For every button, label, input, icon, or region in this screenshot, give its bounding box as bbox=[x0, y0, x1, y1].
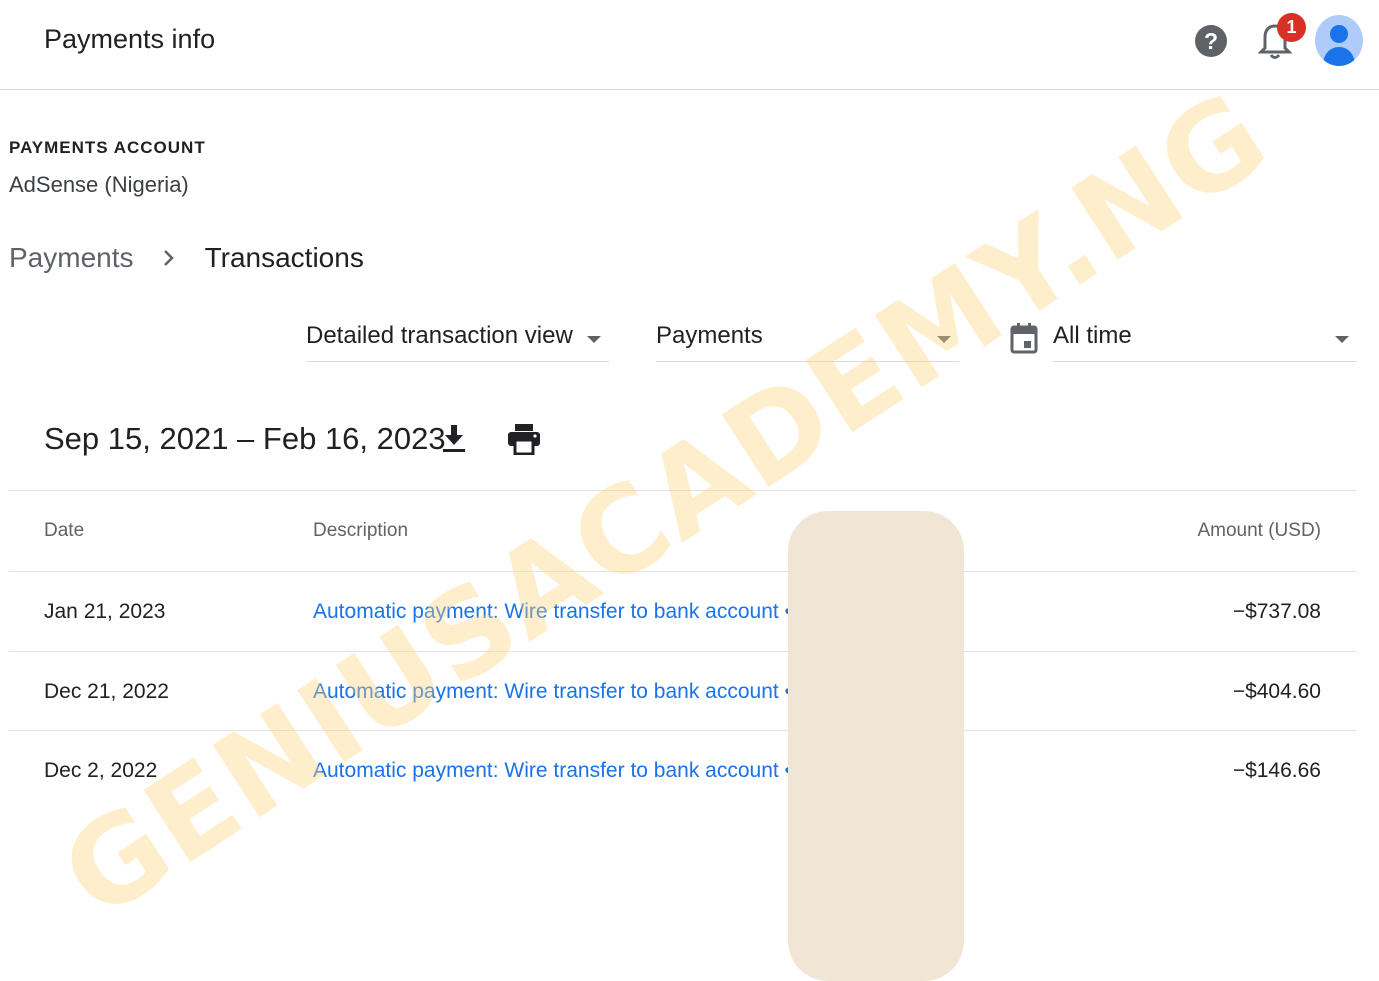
calendar-icon bbox=[1010, 323, 1038, 354]
transaction-type-select[interactable]: Payments bbox=[656, 322, 959, 362]
view-select-value: Detailed transaction view bbox=[306, 322, 573, 349]
time-period-select[interactable]: All time bbox=[1053, 322, 1357, 362]
row-description-link[interactable]: Automatic payment: Wire transfer to bank… bbox=[313, 759, 791, 783]
view-select[interactable]: Detailed transaction view bbox=[306, 322, 609, 362]
transaction-type-value: Payments bbox=[656, 322, 763, 349]
app-title: Payments info bbox=[44, 24, 216, 54]
row-divider bbox=[9, 651, 1356, 652]
dropdown-arrow-icon bbox=[937, 336, 951, 343]
breadcrumb: Payments Transactions bbox=[9, 242, 364, 274]
row-amount: −$404.60 bbox=[1232, 680, 1321, 703]
download-icon[interactable] bbox=[440, 423, 468, 453]
notification-badge: 1 bbox=[1277, 13, 1306, 42]
redaction-overlay bbox=[788, 511, 964, 981]
top-app-bar: Payments info ? 1 bbox=[0, 0, 1379, 90]
date-range-title: Sep 15, 2021 – Feb 16, 2023 bbox=[44, 421, 446, 456]
payments-account-label: PAYMENTS ACCOUNT bbox=[9, 138, 206, 157]
dropdown-arrow-icon bbox=[1335, 336, 1349, 343]
column-header-description: Description bbox=[313, 520, 409, 541]
chevron-right-icon bbox=[163, 246, 175, 274]
row-description-link[interactable]: Automatic payment: Wire transfer to bank… bbox=[313, 680, 791, 704]
breadcrumb-current: Transactions bbox=[204, 242, 364, 273]
row-amount: −$146.66 bbox=[1232, 759, 1321, 782]
row-divider bbox=[9, 571, 1356, 572]
column-header-amount: Amount (USD) bbox=[1197, 520, 1321, 541]
person-icon bbox=[1323, 25, 1355, 66]
time-period-value: All time bbox=[1053, 322, 1132, 349]
row-date: Dec 2, 2022 bbox=[44, 759, 158, 782]
column-header-date: Date bbox=[44, 520, 85, 541]
payments-account-name: AdSense (Nigeria) bbox=[9, 172, 189, 197]
row-date: Jan 21, 2023 bbox=[44, 600, 166, 623]
row-date: Dec 21, 2022 bbox=[44, 680, 169, 703]
row-divider bbox=[9, 730, 1356, 731]
row-amount: −$737.08 bbox=[1232, 600, 1321, 623]
help-icon[interactable]: ? bbox=[1195, 25, 1227, 57]
table-top-divider bbox=[9, 490, 1356, 491]
print-icon[interactable] bbox=[507, 423, 541, 455]
breadcrumb-payments-link[interactable]: Payments bbox=[9, 242, 134, 273]
dropdown-arrow-icon bbox=[587, 336, 601, 343]
watermark: GENIUSACADEMY.NG bbox=[38, 64, 1292, 946]
account-avatar-icon[interactable] bbox=[1315, 15, 1363, 66]
row-description-link[interactable]: Automatic payment: Wire transfer to bank… bbox=[313, 600, 791, 624]
